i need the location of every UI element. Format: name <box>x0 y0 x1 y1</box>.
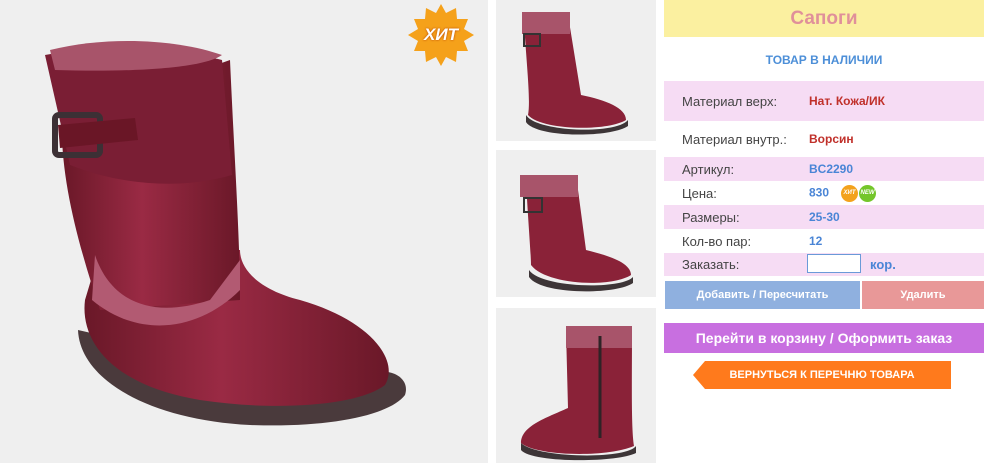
add-recalculate-button[interactable]: Добавить / Пересчитать <box>665 281 860 309</box>
spec-row-article: Артикул: BC2290 <box>664 157 984 181</box>
hit-badge-label: ХИТ <box>424 25 458 44</box>
new-mini-icon: NEW <box>859 184 877 202</box>
spec-label: Артикул: <box>682 161 735 177</box>
spec-row-order: Заказать: кор. <box>664 253 984 276</box>
thumbnail-1[interactable] <box>496 0 656 141</box>
stock-status: ТОВАР В НАЛИЧИИ <box>765 53 883 67</box>
delete-button[interactable]: Удалить <box>862 281 984 309</box>
spec-value: 25-30 <box>809 210 840 224</box>
product-title: Сапоги <box>664 0 984 37</box>
spec-label: Материал внутр.: <box>682 131 787 147</box>
spec-row-pairs: Кол-во пар: 12 <box>664 229 984 253</box>
spec-value: 830 ХИТ NEW <box>809 184 877 202</box>
main-product-photo <box>0 0 488 463</box>
hit-badge: ХИТ <box>405 4 477 66</box>
boot-thumb-zipper <box>521 326 636 461</box>
hit-mini-icon: ХИТ <box>841 184 859 202</box>
spec-label: Размеры: <box>682 209 740 225</box>
spec-row-upper-material: Материал верх: Нат. Кожа/ИК <box>664 81 984 121</box>
spec-row-inner-material: Материал внутр.: Ворсин <box>664 122 984 156</box>
spec-label: Цена: <box>682 185 717 201</box>
spec-row-price: Цена: 830 ХИТ NEW <box>664 181 984 205</box>
boot-thumb-front <box>520 175 633 292</box>
order-unit: кор. <box>870 257 896 272</box>
spec-value: 12 <box>809 234 823 248</box>
boot-thumb-side <box>522 12 628 135</box>
quantity-input[interactable] <box>807 254 861 273</box>
spec-value: Нат. Кожа/ИК <box>809 94 885 108</box>
spec-label: Заказать: <box>682 257 740 272</box>
thumbnail-3[interactable] <box>496 308 656 463</box>
spec-row-sizes: Размеры: 25-30 <box>664 205 984 229</box>
spec-label: Материал верх: <box>682 93 778 109</box>
spec-value: BC2290 <box>809 162 854 176</box>
thumbnail-2[interactable] <box>496 150 656 297</box>
back-to-list-button[interactable]: ВЕРНУТЬСЯ К ПЕРЕЧНЮ ТОВАРА <box>693 361 951 389</box>
boot-main-image <box>45 40 406 426</box>
price-value: 830 <box>809 185 830 200</box>
spec-label: Кол-во пар: <box>682 233 752 249</box>
spec-value: Ворсин <box>809 132 854 146</box>
go-to-cart-button[interactable]: Перейти в корзину / Оформить заказ <box>664 323 984 353</box>
